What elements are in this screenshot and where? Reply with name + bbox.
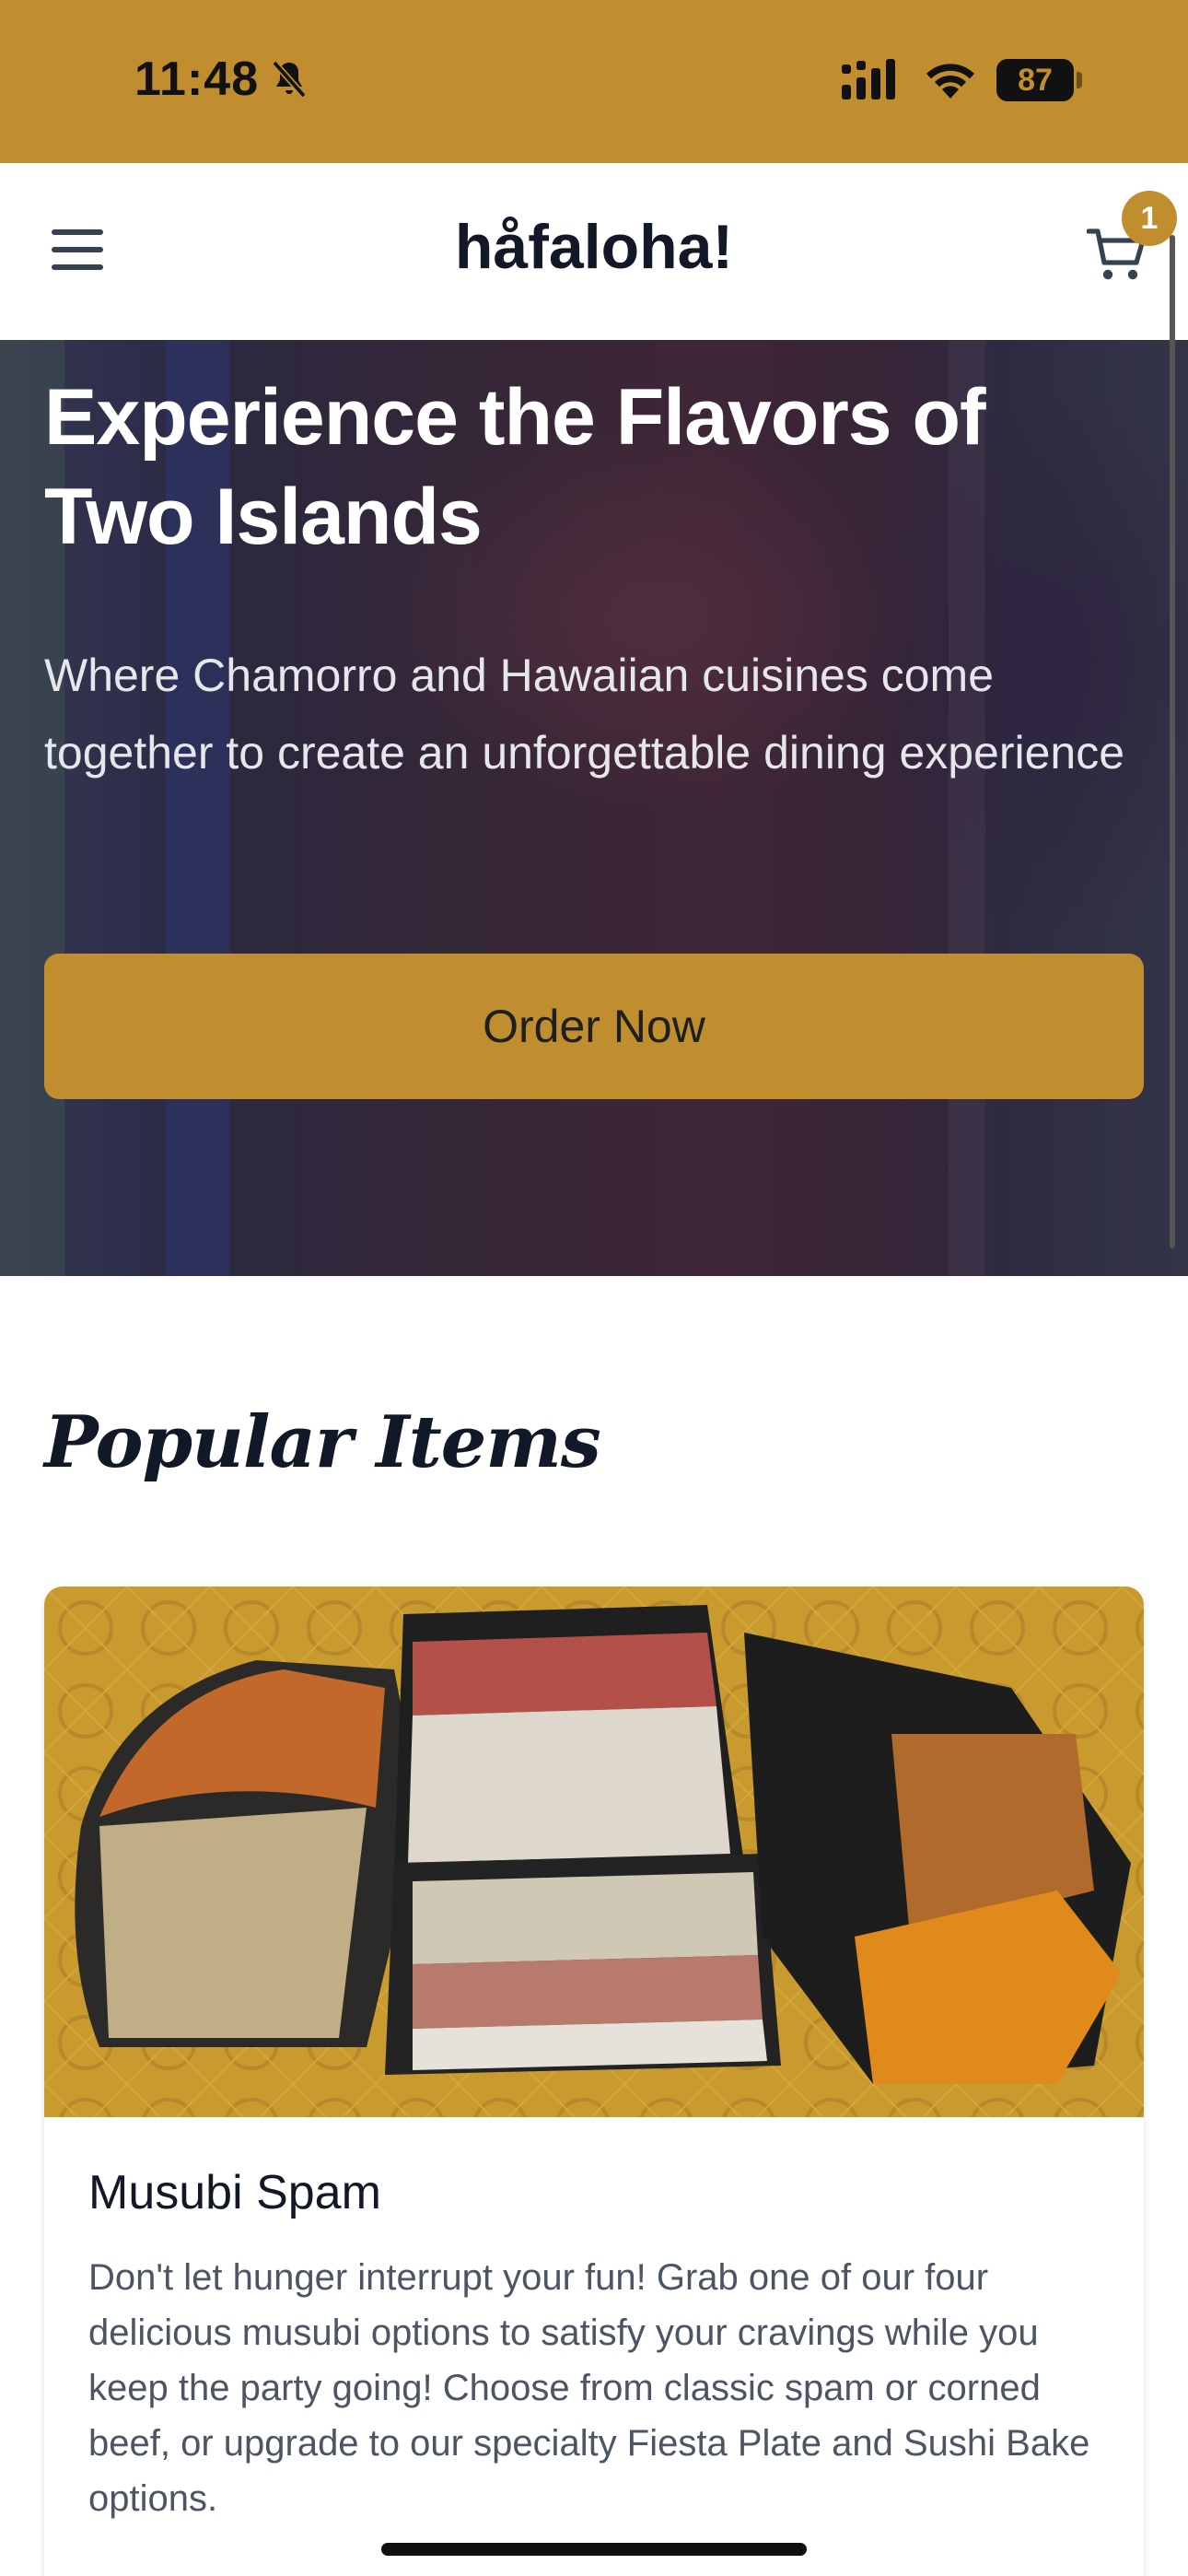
home-indicator[interactable] xyxy=(381,2543,807,2556)
menu-item-description: Don't let hunger interrupt your fun! Gra… xyxy=(88,2257,1090,2519)
wifi-icon xyxy=(926,64,974,99)
battery-tip xyxy=(1077,72,1082,88)
app-header: håfaloha! 1 xyxy=(0,163,1188,340)
scrollbar[interactable] xyxy=(1170,235,1175,1248)
battery-level: 87 xyxy=(996,59,1074,101)
brand-logo-text[interactable]: håfaloha! xyxy=(0,211,1188,283)
bell-slash-icon xyxy=(272,60,307,99)
hero-subtitle: Where Chamorro and Hawaiian cuisines com… xyxy=(44,650,1125,779)
order-now-button[interactable]: Order Now xyxy=(44,954,1144,1099)
status-bar: 11:48 87 xyxy=(0,0,1188,163)
menu-item-card[interactable]: Musubi Spam Don't let hunger interrupt y… xyxy=(44,1587,1144,2576)
musubi-food-image xyxy=(44,1587,1144,2117)
battery-indicator: 87 xyxy=(996,59,1083,101)
status-time: 11:48 xyxy=(134,53,260,106)
menu-item-title[interactable]: Musubi Spam xyxy=(88,2165,381,2220)
popular-items-heading: Popular Items xyxy=(44,1400,601,1484)
cellular-signal-icon xyxy=(842,59,895,100)
cart-count-badge: 1 xyxy=(1122,191,1177,246)
hero-section: Experience the Flavors of Two Islands Wh… xyxy=(0,340,1188,1276)
hero-title: Experience the Flavors of Two Islands xyxy=(44,373,986,561)
